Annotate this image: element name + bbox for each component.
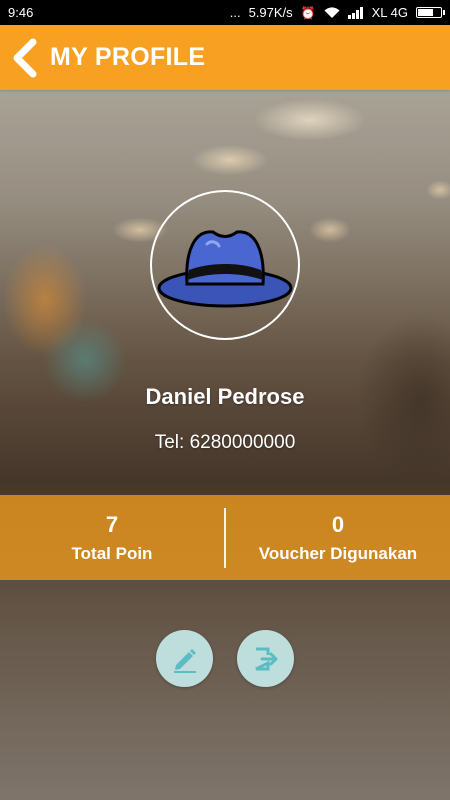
stat-label: Total Poin (71, 543, 153, 563)
profile-actions (0, 630, 450, 688)
signal-icon (347, 6, 363, 19)
battery-icon (416, 7, 445, 18)
phone-label: Tel: (154, 432, 190, 453)
stat-label: Voucher Digunakan (258, 543, 418, 563)
stat-value: 7 (105, 511, 119, 537)
stat-value: 0 (331, 511, 345, 537)
stat-voucher-digunakan: 0 Voucher Digunakan (226, 512, 450, 564)
logout-button[interactable] (237, 630, 294, 687)
battery-level (418, 9, 433, 16)
hat-icon (157, 230, 293, 308)
carrier-label: XL 4G (371, 5, 408, 20)
status-right: ... 5.97K/s ⏰ XL 4G (229, 5, 445, 20)
stats-bar: 7 Total Poin 0 Voucher Digunakan (0, 495, 450, 580)
chevron-left-icon (13, 38, 37, 77)
edit-profile-button[interactable] (156, 630, 213, 687)
logout-icon (254, 647, 277, 670)
alarm-icon: ⏰ (300, 5, 316, 20)
profile-phone: Tel: 6280000000 (0, 432, 450, 454)
profile-name: Daniel Pedrose (145, 384, 305, 409)
page-title: MY PROFILE (50, 43, 206, 71)
status-bar: 9:46 ... 5.97K/s ⏰ XL 4G (0, 0, 450, 25)
notification-dots: ... (229, 5, 241, 20)
phone-value: 6280000000 (189, 432, 296, 453)
stat-total-poin: 7 Total Poin (0, 512, 224, 564)
edit-icon (173, 648, 196, 673)
avatar (150, 190, 300, 340)
network-speed: 5.97K/s (248, 5, 293, 20)
wifi-icon (324, 6, 340, 18)
app-bar: MY PROFILE (0, 25, 450, 90)
status-time: 9:46 (8, 5, 34, 20)
back-button[interactable] (0, 25, 50, 90)
